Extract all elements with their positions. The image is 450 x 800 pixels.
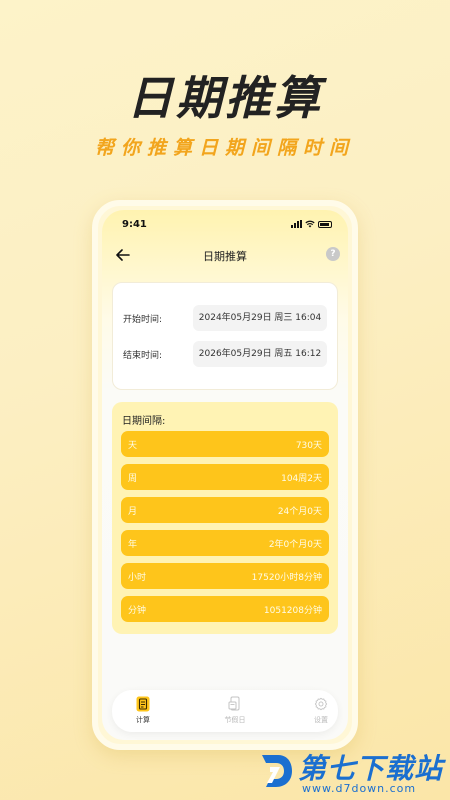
status-time: 9:41: [122, 219, 147, 230]
hero-subtitle: 帮你推算日期间隔时间: [94, 137, 355, 159]
tab-bar: 计算 节假日 设置: [112, 690, 338, 732]
tab-settings[interactable]: 设置: [296, 696, 346, 725]
result-item-days: 天 730天: [121, 431, 329, 457]
result-label: 小时: [128, 573, 147, 583]
result-label: 天: [128, 441, 138, 451]
page-title: 日期推算: [203, 250, 247, 263]
hero-title: 日期推算: [127, 71, 323, 125]
result-card: 日期间隔: 天 730天 周 104周2天 月 24个月0天 年 2年0个月0天: [112, 402, 338, 634]
start-time-field[interactable]: 2024年05月29日 周三 16:04: [193, 305, 327, 331]
wifi-icon: [305, 220, 315, 228]
end-time-row: 结束时间: 2026年05月29日 周五 16:12: [123, 341, 327, 367]
site-logo-icon: [262, 755, 292, 787]
watermark: 第七下载站 www.d7down.com: [258, 745, 448, 797]
watermark-name: 第七下载站: [298, 752, 444, 785]
calculator-icon: [136, 696, 150, 712]
result-item-weeks: 周 104周2天: [121, 464, 329, 490]
status-bar: 9:41: [102, 210, 348, 236]
end-time-label: 结束时间:: [123, 351, 163, 361]
watermark-url: www.d7down.com: [302, 782, 417, 795]
gear-icon: [314, 697, 328, 711]
app-screen: 9:41 日期推算 ? 开始时间: 2024年05月29日 周三 16:04 结…: [102, 210, 348, 740]
result-item-months: 月 24个月0天: [121, 497, 329, 523]
tab-label: 设置: [314, 716, 328, 724]
start-time-row: 开始时间: 2024年05月29日 周三 16:04: [123, 305, 327, 331]
result-value: 1051208分钟: [263, 606, 322, 616]
start-time-label: 开始时间:: [123, 315, 163, 325]
tab-label: 计算: [136, 716, 150, 724]
result-value: 104周2天: [281, 474, 322, 484]
phone-frame: 9:41 日期推算 ? 开始时间: 2024年05月29日 周三 16:04 结…: [92, 200, 358, 750]
tab-holidays[interactable]: 节假日: [210, 696, 260, 725]
result-label: 周: [128, 474, 138, 484]
end-time-field[interactable]: 2026年05月29日 周五 16:12: [193, 341, 327, 367]
result-label: 分钟: [128, 606, 147, 616]
result-item-hours: 小时 17520小时8分钟: [121, 563, 329, 589]
question-circle-icon[interactable]: ?: [326, 247, 340, 261]
time-card: 开始时间: 2024年05月29日 周三 16:04 结束时间: 2026年05…: [112, 282, 338, 390]
result-title: 日期间隔:: [122, 416, 166, 427]
result-item-minutes: 分钟 1051208分钟: [121, 596, 329, 622]
tab-label: 节假日: [224, 716, 246, 724]
result-value: 730天: [295, 441, 322, 451]
calendar-phone-icon: [228, 696, 240, 711]
signal-icon: [291, 220, 302, 228]
tab-calculate[interactable]: 计算: [118, 696, 168, 725]
result-value: 24个月0天: [277, 507, 322, 517]
result-value: 17520小时8分钟: [251, 573, 322, 583]
result-list: 天 730天 周 104周2天 月 24个月0天 年 2年0个月0天 小时 17…: [121, 431, 329, 629]
result-value: 2年0个月0天: [268, 540, 322, 550]
result-label: 年: [128, 540, 138, 550]
result-label: 月: [128, 507, 138, 517]
battery-icon: [318, 221, 332, 228]
result-item-years: 年 2年0个月0天: [121, 530, 329, 556]
nav-bar: 日期推算 ?: [102, 244, 348, 268]
status-icons: [291, 220, 332, 228]
